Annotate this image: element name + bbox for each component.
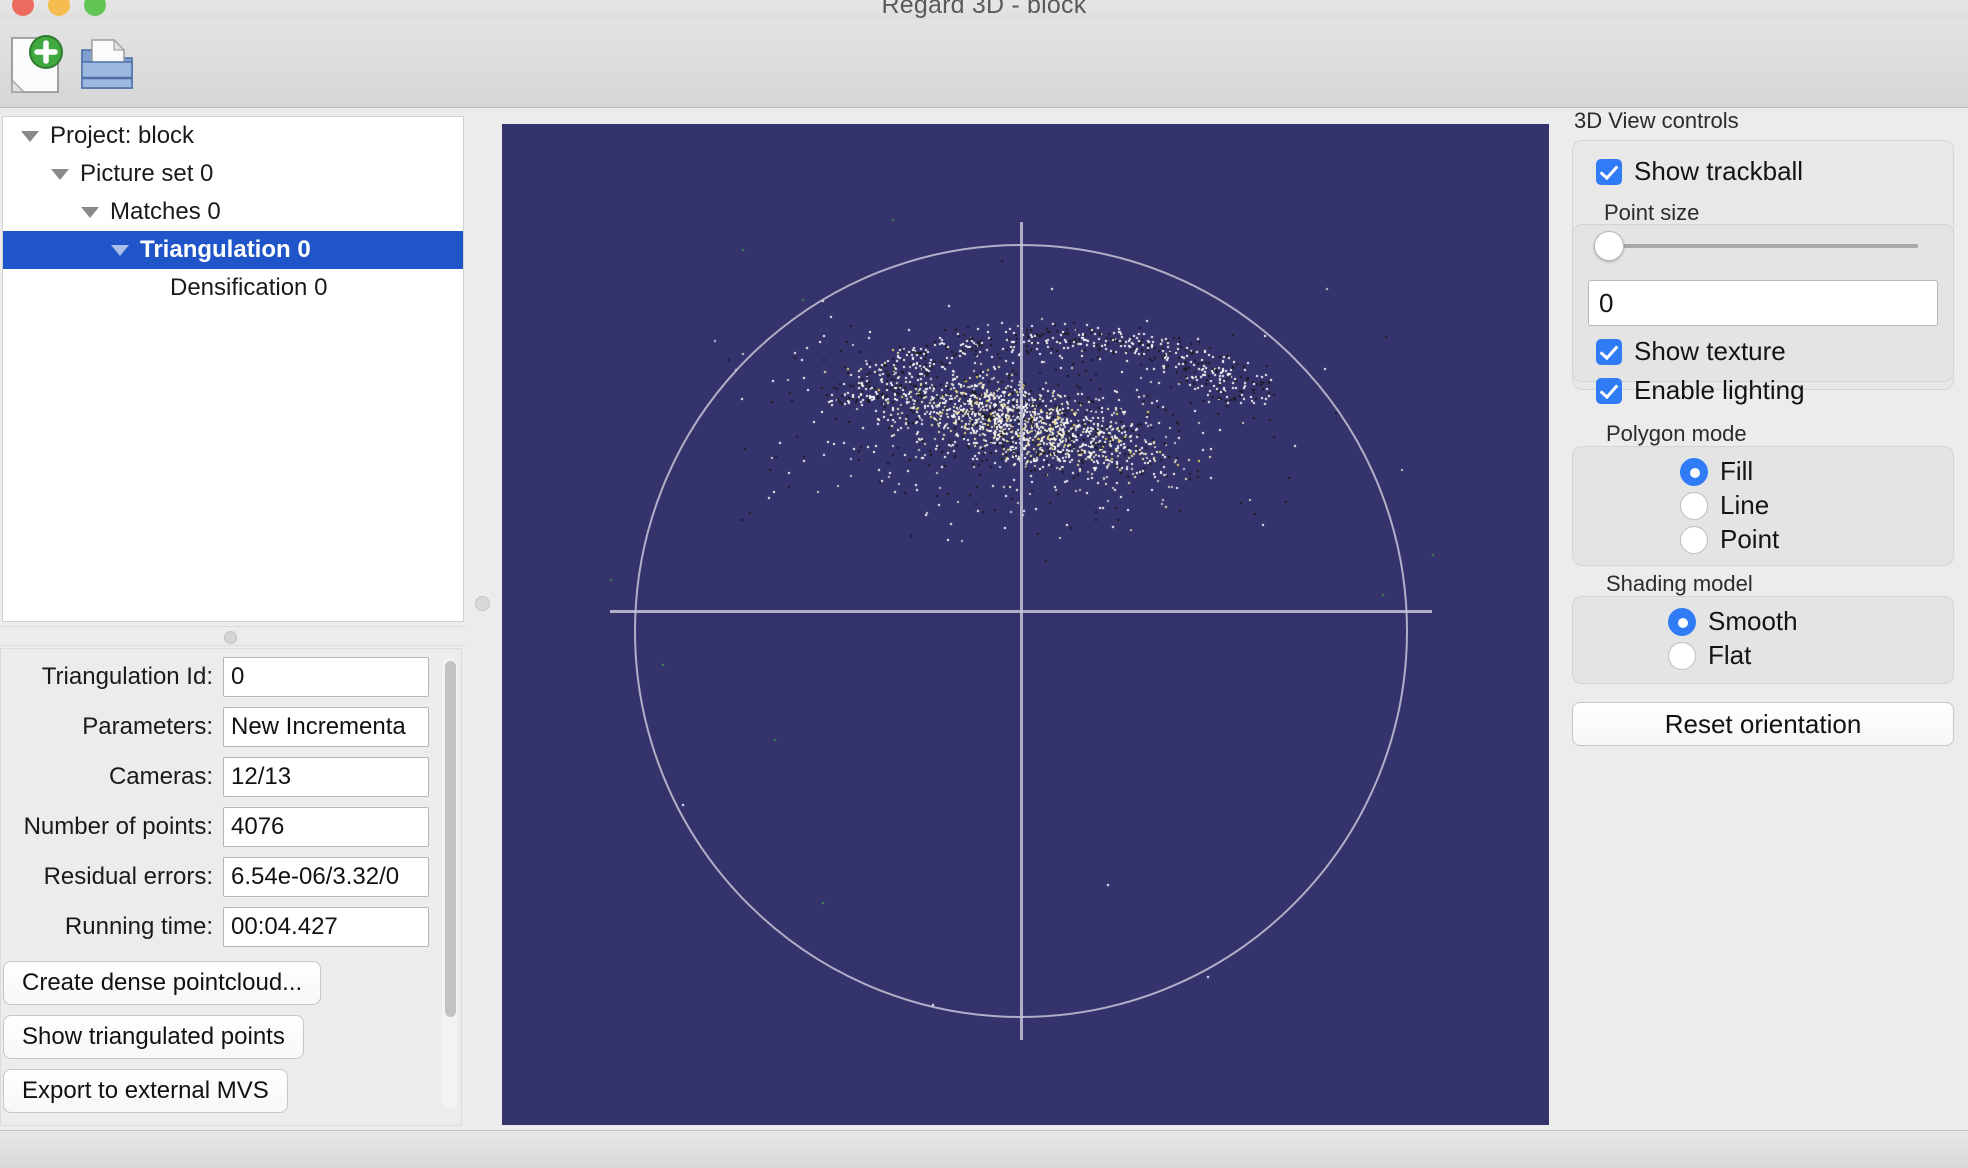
left-viewport-splitter[interactable] xyxy=(466,108,502,1130)
field-input-number-of-points[interactable]: 4076 xyxy=(223,807,429,847)
tree-item-label: Densification 0 xyxy=(170,274,328,301)
radio-flat-icon[interactable] xyxy=(1668,641,1696,670)
window-title: Regard 3D - block xyxy=(881,0,1087,19)
chevron-down-icon[interactable] xyxy=(81,206,99,218)
field-input-cameras[interactable]: 12/13 xyxy=(223,757,429,797)
field-input-parameters[interactable]: New Incrementa xyxy=(223,707,429,747)
enable-lighting-label: Enable lighting xyxy=(1634,375,1805,405)
tree-item-matches-0[interactable]: Matches 0 xyxy=(3,193,463,231)
chevron-down-icon[interactable] xyxy=(111,244,129,256)
splitter-grip[interactable] xyxy=(224,631,237,644)
polygon-mode-line-label: Line xyxy=(1720,490,1770,520)
field-label-parameters: Parameters: xyxy=(82,713,213,740)
point-size-slider-track[interactable] xyxy=(1608,244,1918,248)
field-row-cameras: Cameras: 12/13 xyxy=(1,755,461,799)
point-size-caption: Point size xyxy=(1604,200,1700,225)
field-input-triangulation-id[interactable]: 0 xyxy=(223,657,429,697)
field-label-running-time: Running time: xyxy=(64,913,213,940)
tree-item-label: Picture set 0 xyxy=(80,160,214,187)
shading-model-option-flat[interactable]: Flat xyxy=(1668,640,1751,671)
toolbar xyxy=(0,20,1968,108)
field-input-residual-errors[interactable]: 6.54e-06/3.32/0 xyxy=(223,857,429,897)
field-row-parameters: Parameters: New Incrementa xyxy=(1,705,461,749)
field-row-number-of-points: Number of points: 4076 xyxy=(1,805,461,849)
field-label-number-of-points: Number of points: xyxy=(23,813,213,840)
field-input-running-time[interactable]: 00:04.427 xyxy=(223,907,429,947)
field-label-cameras: Cameras: xyxy=(108,763,213,790)
polygon-mode-option-point[interactable]: Point xyxy=(1680,524,1779,555)
show-texture-label: Show texture xyxy=(1634,336,1786,366)
button-create-dense-pointcloud[interactable]: Create dense pointcloud... xyxy=(3,961,322,1005)
properties-scrollbar[interactable] xyxy=(442,657,458,1109)
button-show-triangulated-points[interactable]: Show triangulated points xyxy=(3,1015,304,1059)
app-window: Regard 3D - block Project: block Picture… xyxy=(0,0,1968,1168)
shading-flat-label: Flat xyxy=(1708,640,1752,670)
new-project-button[interactable] xyxy=(8,34,72,96)
open-project-button[interactable] xyxy=(76,34,140,96)
shading-model-caption: Shading model xyxy=(1606,571,1753,596)
field-row-running-time: Running time: 00:04.427 xyxy=(1,905,461,949)
chevron-down-icon[interactable] xyxy=(21,130,39,142)
point-size-slider-knob[interactable] xyxy=(1594,231,1624,261)
polygon-mode-point-label: Point xyxy=(1720,524,1780,554)
button-export-to-external-mvs[interactable]: Export to external MVS xyxy=(3,1069,288,1113)
show-trackball-checkbox[interactable] xyxy=(1596,158,1622,185)
tree-form-splitter[interactable] xyxy=(0,626,470,646)
polygon-mode-caption: Polygon mode xyxy=(1606,421,1747,446)
project-tree[interactable]: Project: block Picture set 0 Matches 0 Tria… xyxy=(2,116,464,622)
reset-orientation-button[interactable]: Reset orientation xyxy=(1572,702,1954,746)
scrollbar-thumb[interactable] xyxy=(445,661,456,1017)
point-size-input[interactable]: 0 xyxy=(1588,280,1938,326)
open-folder-icon xyxy=(81,38,133,89)
show-texture-checkbox[interactable] xyxy=(1596,338,1622,365)
trackball-horizontal-axis xyxy=(610,610,1432,613)
properties-panel: Triangulation Id: 0 Parameters: New Increme… xyxy=(0,648,462,1126)
left-column: Project: block Picture set 0 Matches 0 Tria… xyxy=(0,108,472,1130)
main-area: Project: block Picture set 0 Matches 0 Tria… xyxy=(0,108,1968,1130)
radio-point-icon[interactable] xyxy=(1680,525,1708,554)
radio-fill-icon[interactable] xyxy=(1680,457,1708,486)
trackball-vertical-axis xyxy=(1020,222,1023,1040)
field-row-residual-errors: Residual errors: 6.54e-06/3.32/0 xyxy=(1,855,461,899)
action-buttons: Create dense pointcloud... Show triangula… xyxy=(1,961,461,1123)
tree-item-label: Triangulation 0 xyxy=(140,236,311,263)
polygon-mode-option-line[interactable]: Line xyxy=(1680,490,1769,521)
field-label-residual-errors: Residual errors: xyxy=(43,863,213,890)
splitter-grip-vertical[interactable] xyxy=(475,596,490,611)
polygon-mode-fill-label: Fill xyxy=(1720,456,1754,486)
radio-smooth-icon[interactable] xyxy=(1668,607,1696,636)
status-bar xyxy=(0,1130,1968,1168)
enable-lighting-checkbox[interactable] xyxy=(1596,377,1622,404)
field-label-triangulation-id: Triangulation Id: xyxy=(41,663,213,690)
chevron-down-icon[interactable] xyxy=(51,168,69,180)
tree-item-picture-set-0[interactable]: Picture set 0 xyxy=(3,155,463,193)
tree-item-densification-0[interactable]: Densification 0 xyxy=(3,269,463,307)
show-trackball-label: Show trackball xyxy=(1634,156,1804,186)
new-document-icon xyxy=(11,35,63,93)
show-trackball-checkbox-row[interactable]: Show trackball xyxy=(1596,156,1803,187)
field-row-triangulation-id: Triangulation Id: 0 xyxy=(1,655,461,699)
show-texture-checkbox-row[interactable]: Show texture xyxy=(1596,336,1786,367)
3d-viewport[interactable] xyxy=(502,124,1549,1125)
panel-title: 3D View controls xyxy=(1574,108,1739,133)
shading-smooth-label: Smooth xyxy=(1708,606,1798,636)
shading-model-option-smooth[interactable]: Smooth xyxy=(1668,606,1798,637)
tree-item-triangulation-0[interactable]: Triangulation 0 xyxy=(3,231,463,269)
tree-spacer-icon xyxy=(141,283,159,294)
view-controls-panel: 3D View controls Show trackball Point si… xyxy=(1560,108,1968,1130)
radio-line-icon[interactable] xyxy=(1680,491,1708,520)
tree-item-project-block[interactable]: Project: block xyxy=(3,117,463,155)
enable-lighting-checkbox-row[interactable]: Enable lighting xyxy=(1596,375,1805,406)
tree-item-label: Matches 0 xyxy=(110,198,221,225)
tree-item-label: Project: block xyxy=(50,122,195,149)
polygon-mode-option-fill[interactable]: Fill xyxy=(1680,456,1753,487)
